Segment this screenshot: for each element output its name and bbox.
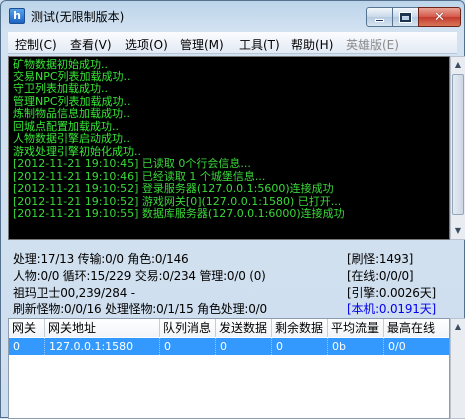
log-line: 炼制物品信息加载成功.. xyxy=(13,107,130,120)
stat-online: [在线:0/0/0] xyxy=(347,269,414,283)
scroll-down-arrow-icon[interactable]: ▼ xyxy=(452,224,464,238)
log-line: [2012-11-21 19:10:45] 已读取 0个行会信息... xyxy=(13,157,251,170)
stat-refresh-monsters: [刷怪:1493] xyxy=(347,252,414,266)
table-cell: 0 xyxy=(9,338,45,355)
menu-view[interactable]: 查看(V) xyxy=(70,36,112,53)
table-cell: 0 xyxy=(216,338,272,355)
table-cell: 0/0 xyxy=(384,338,449,355)
menu-options[interactable]: 选项(O) xyxy=(125,36,168,53)
log-line: 守卫列表加载成功.. xyxy=(13,82,108,95)
close-button[interactable]: ✕ xyxy=(418,7,461,27)
stat-monster-info: 祖玛卫士00,239/284 - xyxy=(13,286,135,300)
menu-bar: 控制(C) 查看(V) 选项(O) 管理(M) 工具(T) 帮助(H) 英雄版(… xyxy=(8,32,457,54)
log-scroll-thumb[interactable] xyxy=(452,74,464,215)
menu-hero-edition: 英雄版(E) xyxy=(346,38,399,52)
maximize-icon xyxy=(399,11,412,23)
column-header[interactable]: 队列消息 xyxy=(160,319,216,337)
log-console[interactable]: 矿物数据初始成功.. 交易NPC列表加载成功.. 守卫列表加载成功.. 管理NP… xyxy=(8,56,450,240)
table-header: 网关 网关地址 队列消息 发送数据 剩余数据 平均流量 最高在线 xyxy=(9,319,449,337)
table-cell: 127.0.0.1:1580 xyxy=(45,338,160,355)
column-header[interactable]: 平均流量 xyxy=(328,319,384,337)
gateway-table[interactable]: 网关 网关地址 队列消息 发送数据 剩余数据 平均流量 最高在线 0 127.0… xyxy=(8,318,450,419)
log-line: [2012-11-21 19:10:52] 登录服务器(127.0.0.1:56… xyxy=(13,182,334,195)
title-bar[interactable]: h 测试(无限制版本) ✕ xyxy=(1,1,464,31)
scroll-up-arrow-icon[interactable]: ▲ xyxy=(452,320,464,334)
column-header[interactable]: 网关 xyxy=(9,319,45,337)
main-window: h 测试(无限制版本) ✕ 控制(C) 查看(V) 选项(O) 管理(M) 工具… xyxy=(0,0,465,419)
log-line: 人物数据引擎启动成功.. xyxy=(13,132,130,145)
window-title: 测试(无限制版本) xyxy=(31,10,125,24)
scroll-up-arrow-icon[interactable]: ▲ xyxy=(452,58,464,72)
log-line: [2012-11-21 19:10:55] 数据库服务器(127.0.0.1:6… xyxy=(13,207,345,220)
maximize-button[interactable] xyxy=(392,7,419,27)
menu-control[interactable]: 控制(C) xyxy=(15,36,57,53)
menu-help[interactable]: 帮助(H) xyxy=(291,36,333,53)
table-scrollbar[interactable]: ▲ xyxy=(450,318,465,419)
table-cell: 0 xyxy=(272,338,328,355)
table-cell: 0 xyxy=(160,338,216,355)
stats-panel: 处理:17/13 传输:0/0 角色:0/146 人物:0/0 循环:15/22… xyxy=(9,244,459,316)
close-icon: ✕ xyxy=(434,9,445,25)
column-header[interactable]: 发送数据 xyxy=(216,319,272,337)
minimize-button[interactable] xyxy=(366,7,393,27)
column-header[interactable]: 网关地址 xyxy=(45,319,160,337)
table-cell: 0b xyxy=(328,338,384,355)
column-header[interactable]: 剩余数据 xyxy=(272,319,328,337)
stat-processing: 处理:17/13 传输:0/0 角色:0/146 xyxy=(13,252,189,266)
column-header[interactable]: 最高在线 xyxy=(384,319,449,337)
minimize-icon xyxy=(375,19,384,22)
log-scrollbar[interactable]: ▲ ▼ xyxy=(450,56,465,240)
menu-manage[interactable]: 管理(M) xyxy=(180,36,224,53)
stat-local-uptime: [本机:0.0191天] xyxy=(347,302,436,316)
menu-tools[interactable]: 工具(T) xyxy=(239,36,280,53)
stat-engine-uptime: [引擎:0.0026天] xyxy=(347,286,436,300)
app-icon: h xyxy=(9,8,25,24)
stat-players: 人物:0/0 循环:15/229 交易:0/234 管理:0/0 (0) xyxy=(13,269,266,283)
table-row[interactable]: 0 127.0.0.1:1580 0 0 0 0b 0/0 xyxy=(9,338,449,355)
stat-refresh: 刷新怪物:0/0/16 处理怪物:0/1/15 角色处理:0/0 xyxy=(13,302,267,316)
